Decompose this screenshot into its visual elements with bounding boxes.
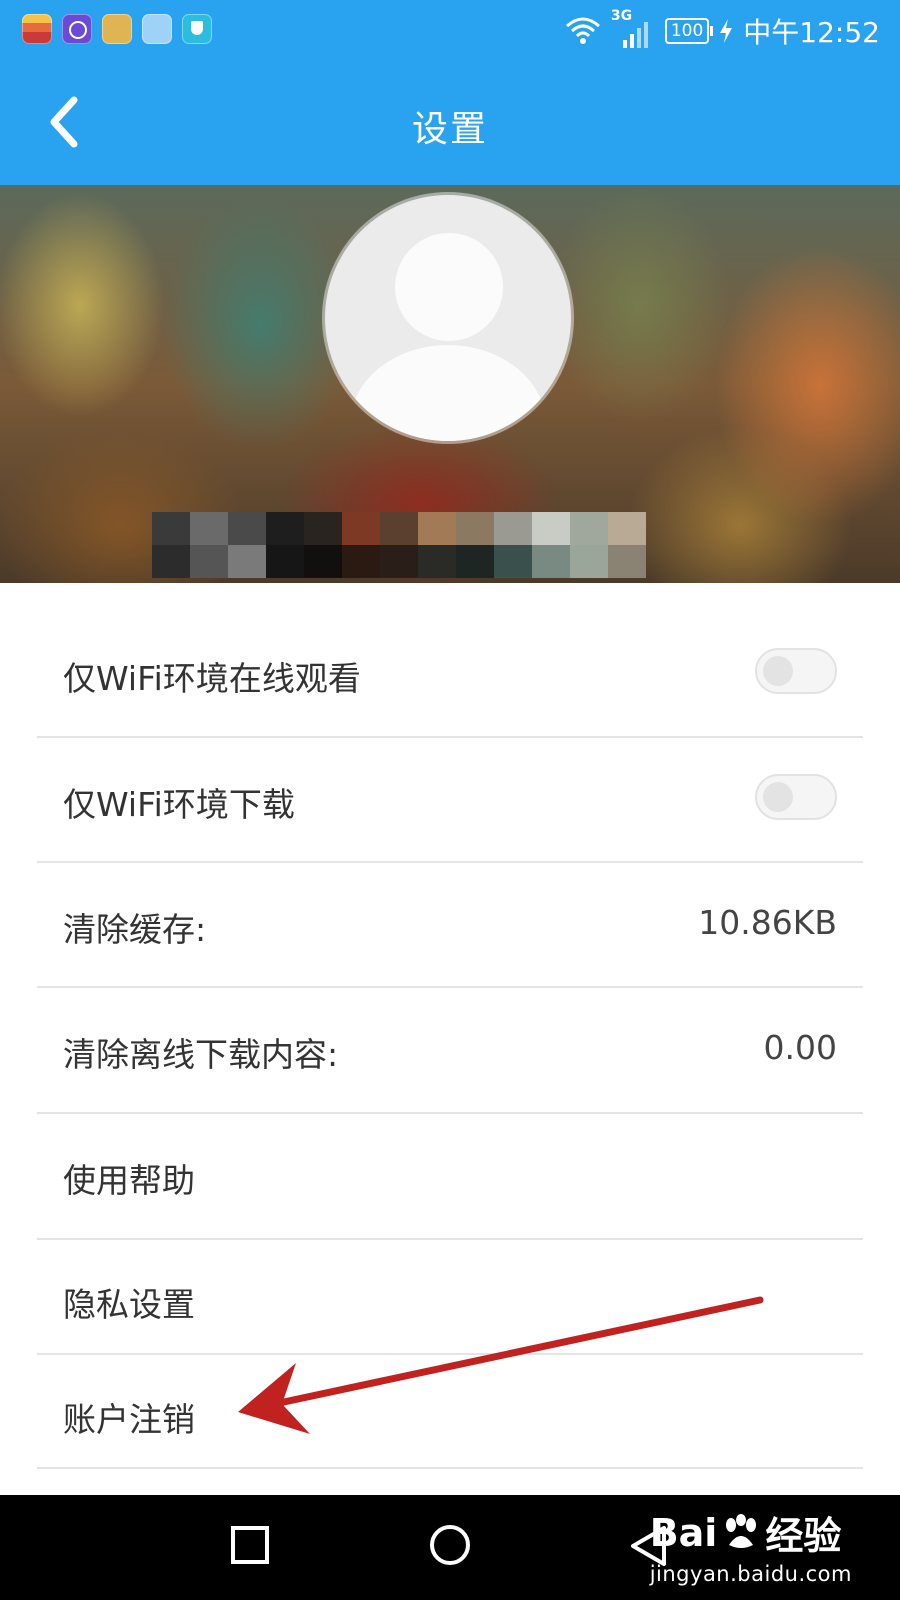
huawei-folder-icon <box>22 14 52 44</box>
watermark-brand-suffix: 经验 <box>765 1514 842 1558</box>
setting-label: 清除缓存: <box>63 910 207 949</box>
watermark-brand-prefix: Bai <box>649 1510 718 1555</box>
browser-icon <box>62 14 92 44</box>
setting-privacy[interactable]: 隐私设置 <box>37 1240 863 1355</box>
home-button[interactable] <box>428 1525 472 1573</box>
setting-wifi-download[interactable]: 仅WiFi环境下载 <box>37 738 863 863</box>
page-title: 设置 <box>411 109 488 150</box>
wifi-icon <box>565 17 600 44</box>
system-status: 3G 100 中午12:52 <box>565 8 880 50</box>
offline-size-value: 0.00 <box>763 1028 837 1067</box>
phone-manager-icon <box>182 14 212 44</box>
navigation-bar: Bai 经验 jingyan.baidu.com <box>0 1495 900 1600</box>
notification-icons <box>22 14 212 44</box>
battery-icon: 100 <box>664 18 714 44</box>
baidu-jingyan-watermark: Bai 经验 jingyan.baidu.com <box>649 1505 852 1587</box>
avatar[interactable] <box>325 195 571 441</box>
setting-clear-offline[interactable]: 清除离线下载内容: 0.00 <box>37 988 863 1114</box>
wifi-online-toggle[interactable] <box>755 648 837 694</box>
huawei-store-icon <box>142 14 172 44</box>
setting-label: 仅WiFi环境下载 <box>63 785 295 824</box>
toggle-knob <box>763 656 793 686</box>
setting-label: 使用帮助 <box>63 1161 195 1200</box>
setting-clear-cache[interactable]: 清除缓存: 10.86KB <box>37 863 863 988</box>
status-bar: 3G 100 中午12:52 <box>0 0 900 62</box>
files-icon <box>102 14 132 44</box>
settings-screen: 3G 100 中午12:52 设置 仅WiFi环境在线观看 仅WiFi环境下载 … <box>0 0 900 1600</box>
setting-label: 仅WiFi环境在线观看 <box>63 659 361 698</box>
setting-wifi-online-watch[interactable]: 仅WiFi环境在线观看 <box>37 600 863 738</box>
pixelated-username <box>152 512 646 578</box>
setting-label: 账户注销 <box>63 1400 195 1439</box>
profile-banner <box>0 185 900 583</box>
toggle-knob <box>763 782 793 812</box>
circle-icon <box>430 1525 470 1565</box>
setting-help[interactable]: 使用帮助 <box>37 1114 863 1240</box>
square-icon <box>231 1526 269 1564</box>
cache-size-value: 10.86KB <box>698 903 837 942</box>
setting-label: 清除离线下载内容: <box>63 1035 339 1074</box>
avatar-body-shape <box>350 345 546 441</box>
signal-indicator: 3G <box>611 8 655 48</box>
watermark-url: jingyan.baidu.com <box>649 1562 852 1586</box>
avatar-head-shape <box>395 233 503 341</box>
status-clock: 中午12:52 <box>743 16 880 49</box>
charging-icon <box>720 19 733 43</box>
signal-icon <box>622 22 648 48</box>
setting-label: 隐私设置 <box>63 1285 195 1324</box>
title-bar: 设置 <box>0 62 900 185</box>
setting-account-cancel[interactable]: 账户注销 <box>37 1355 863 1469</box>
recent-apps-button[interactable] <box>230 1525 270 1569</box>
wifi-download-toggle[interactable] <box>755 774 837 820</box>
paw-icon <box>726 1513 757 1548</box>
